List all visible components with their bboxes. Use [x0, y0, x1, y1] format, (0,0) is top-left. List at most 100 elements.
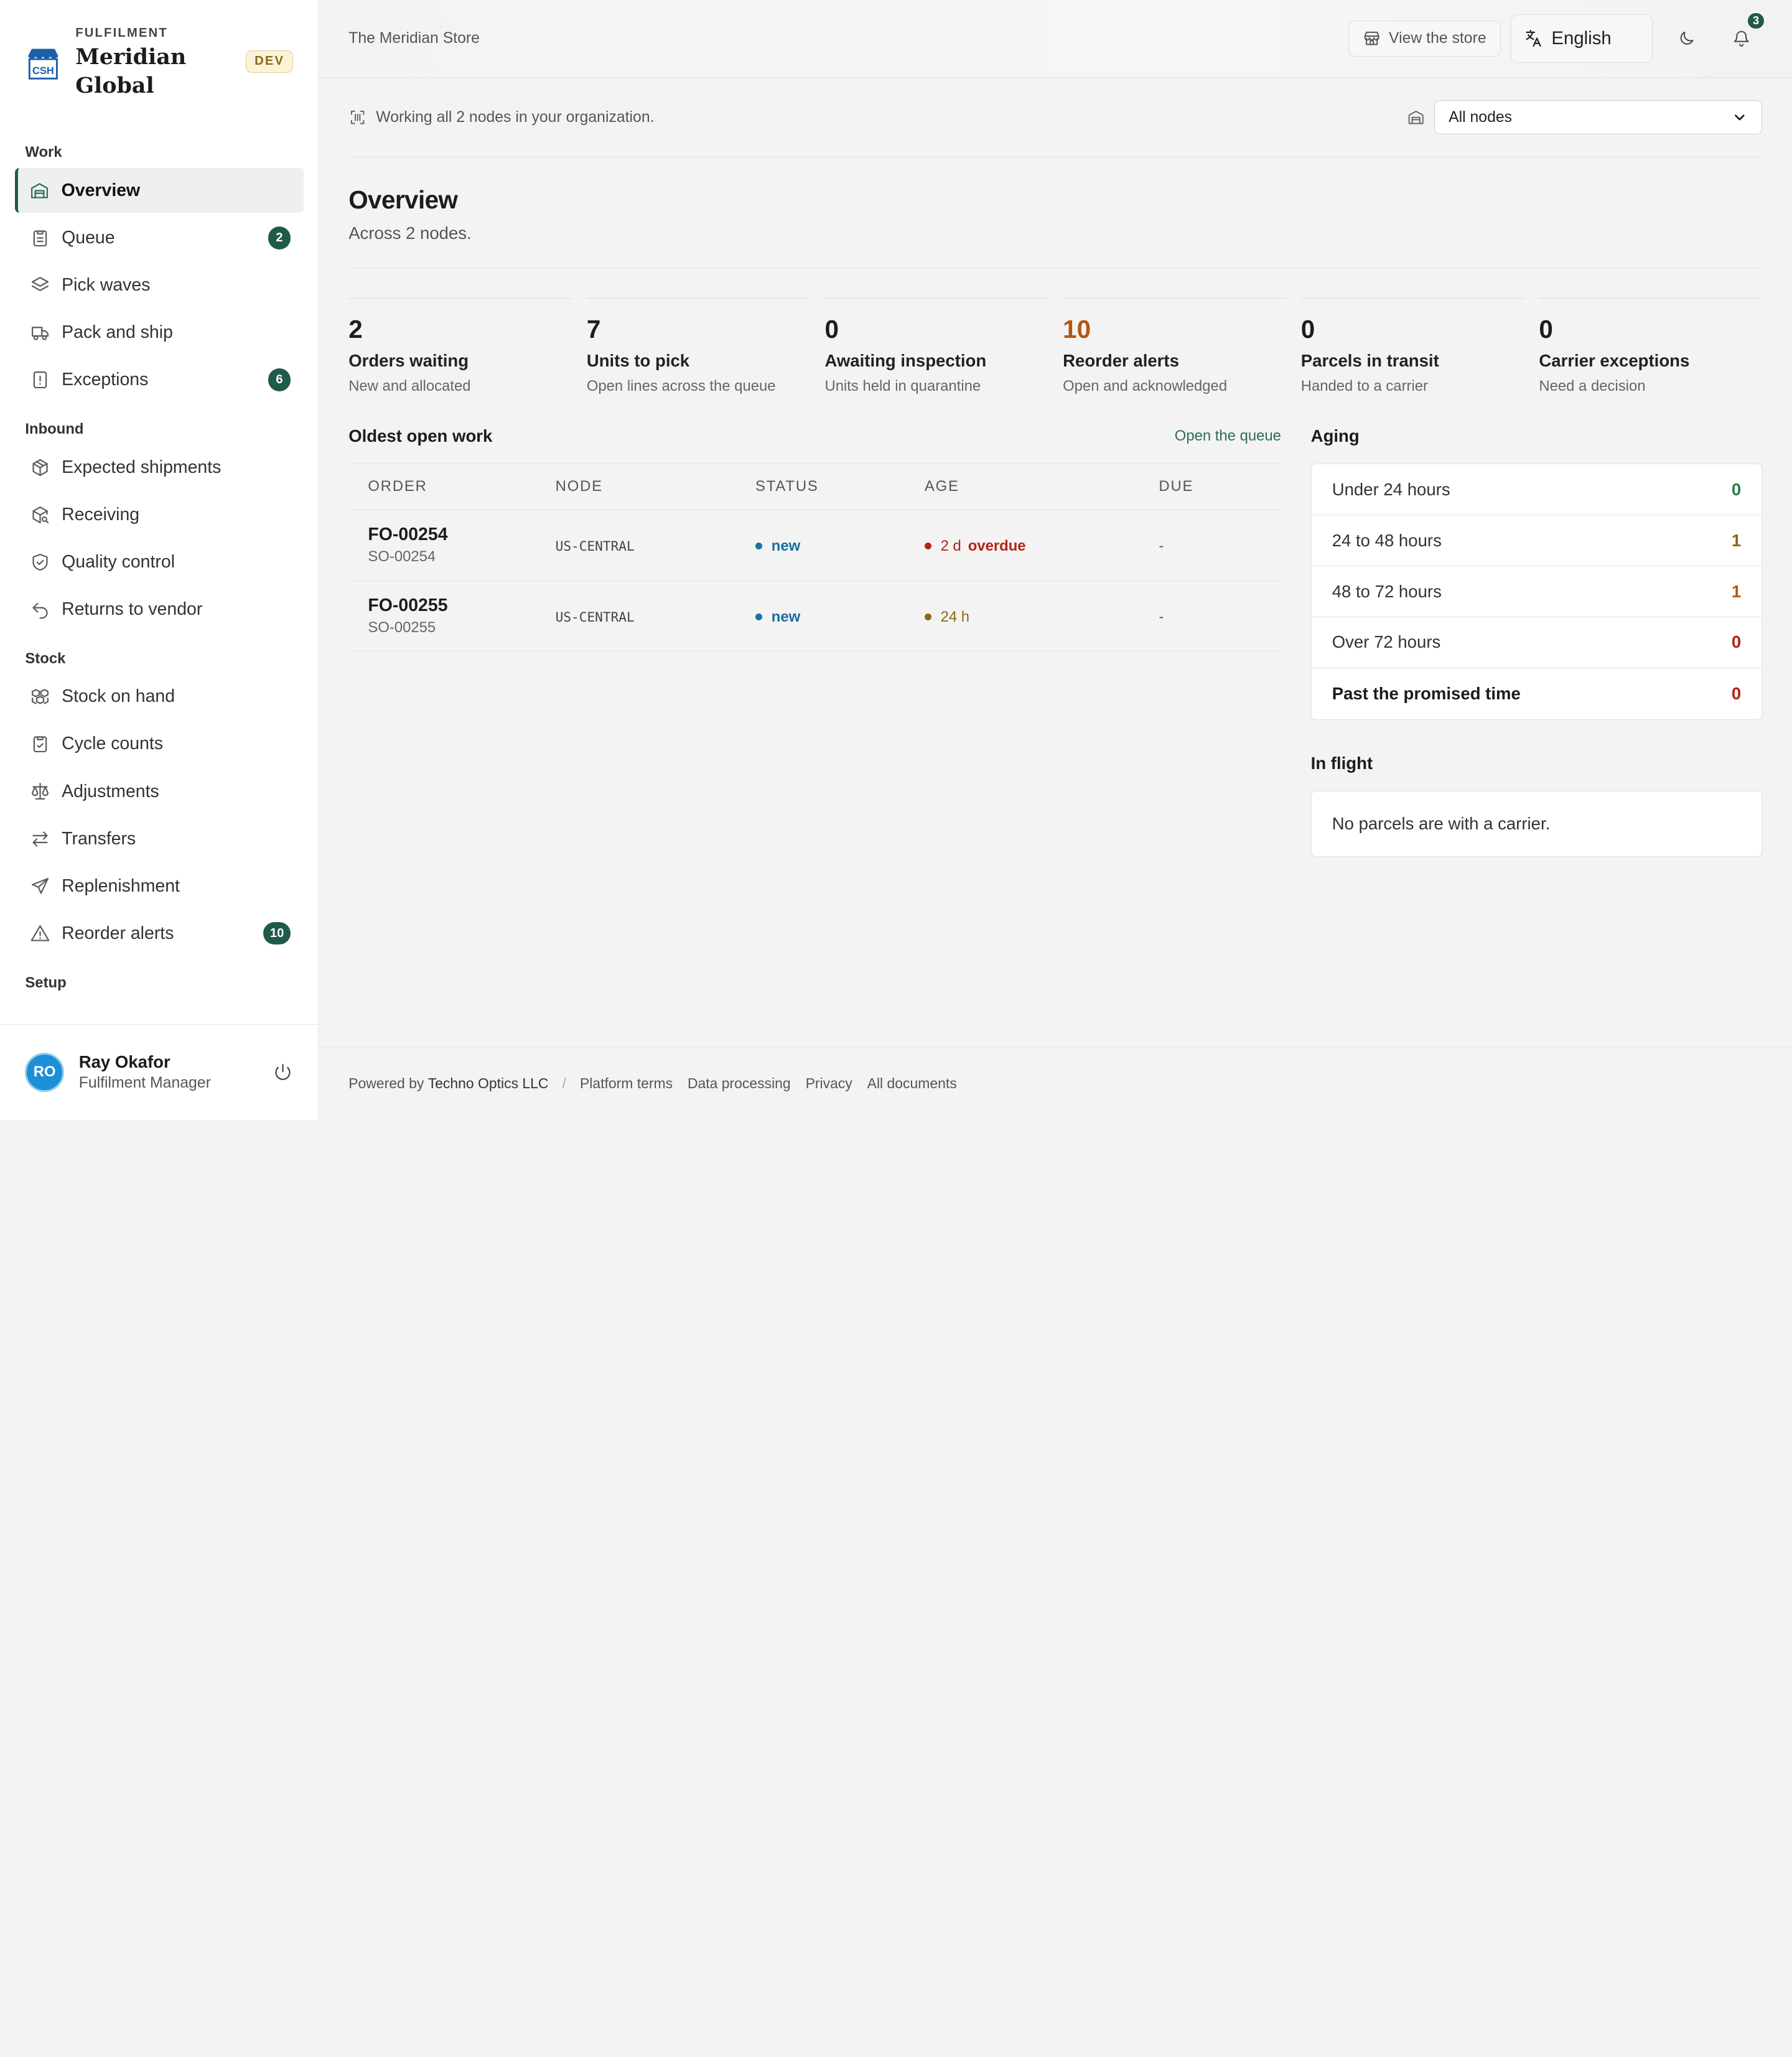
- sidebar-item-label: Adjustments: [62, 781, 159, 801]
- sidebar-item-cycle-counts[interactable]: Cycle counts: [15, 722, 304, 767]
- sidebar-item-quality-control[interactable]: Quality control: [15, 539, 304, 584]
- node-select[interactable]: All nodes: [1434, 100, 1763, 135]
- powered-by: Powered by: [348, 1075, 424, 1092]
- scan-icon: [351, 110, 365, 124]
- footer-link-all-documents[interactable]: All documents: [867, 1075, 957, 1091]
- theme-toggle-button[interactable]: [1666, 18, 1707, 59]
- kpi-label: Parcels in transit: [1300, 351, 1439, 371]
- kpi-label: Orders waiting: [348, 351, 469, 371]
- sidebar-item-queue[interactable]: Queue 2: [15, 215, 304, 260]
- aging-count: 0: [1731, 683, 1742, 703]
- aging-title: Aging: [1310, 426, 1360, 446]
- age-dot: [924, 613, 931, 620]
- kpi-value: 2: [348, 315, 363, 344]
- footer-link-data-processing[interactable]: Data processing: [688, 1075, 791, 1091]
- scale-icon: [31, 783, 49, 800]
- undo-icon: [32, 602, 48, 619]
- sidebar-item-label: Transfers: [62, 828, 136, 849]
- store-logo-icon: CSH: [28, 49, 59, 80]
- sidebar-item-stock-on-hand[interactable]: Stock on hand: [15, 674, 304, 719]
- content: Working all 2 nodes in your organization…: [319, 78, 1792, 1047]
- company-name: Techno Optics LLC: [427, 1075, 549, 1092]
- sidebar-item-label: Queue: [62, 227, 115, 248]
- aging-row: 48 to 72 hours 1: [1311, 566, 1762, 617]
- storefront-icon: [1364, 32, 1379, 45]
- in-flight-empty: No parcels are with a carrier.: [1310, 790, 1763, 857]
- main: The Meridian Store View the store Englis…: [319, 0, 1792, 1120]
- scope-text: Working all 2 nodes in your organization…: [376, 108, 655, 126]
- sales-order-id: SO-00255: [368, 619, 436, 637]
- sidebar-item-pack-and-ship[interactable]: Pack and ship: [15, 310, 304, 355]
- sidebar-item-pick-waves[interactable]: Pick waves: [15, 263, 304, 307]
- kpi-label: Awaiting inspection: [824, 351, 987, 371]
- order-id[interactable]: FO-00255: [368, 595, 555, 616]
- aging-label: Over 72 hours: [1332, 632, 1441, 652]
- sidebar-item-expected-shipments[interactable]: Expected shipments: [15, 445, 304, 490]
- sidebar-item-label: Cycle counts: [62, 734, 164, 754]
- oldest-work-title: Oldest open work: [348, 426, 493, 446]
- footer-link-platform-terms[interactable]: Platform terms: [580, 1075, 673, 1091]
- column-header-node: NODE: [555, 464, 756, 510]
- aging-count: 0: [1731, 632, 1742, 652]
- language-label: English: [1551, 27, 1612, 49]
- sidebar-nav: Work Overview Queue 2 Pick waves Pack and shi…: [0, 128, 318, 1024]
- status-badge: new: [771, 609, 801, 626]
- svg-text:CSH: CSH: [32, 65, 54, 77]
- kpi-label: Carrier exceptions: [1539, 351, 1690, 371]
- status-dot: [755, 542, 763, 549]
- sidebar-section-title: Work: [25, 144, 62, 161]
- kpi-value: 7: [586, 315, 601, 344]
- due-value: -: [1159, 538, 1164, 555]
- sidebar-item-exceptions[interactable]: Exceptions 6: [15, 358, 304, 403]
- sidebar-item-transfers[interactable]: Transfers: [15, 816, 304, 861]
- aging-row: Over 72 hours 0: [1311, 617, 1762, 668]
- aging-count: 1: [1731, 530, 1742, 550]
- package-icon: [32, 459, 48, 476]
- open-queue-link[interactable]: Open the queue: [1175, 427, 1281, 445]
- chevron-down-icon: [1735, 114, 1745, 121]
- sales-order-id: SO-00254: [368, 548, 436, 566]
- sidebar-item-overview[interactable]: Overview: [14, 168, 304, 213]
- due-value: -: [1159, 609, 1164, 626]
- sidebar-item-label: Reorder alerts: [62, 923, 174, 943]
- moon-icon: [1681, 32, 1694, 45]
- sidebar-item-reorder-alerts[interactable]: Reorder alerts 10: [15, 911, 304, 956]
- power-icon[interactable]: [273, 1062, 293, 1083]
- sidebar-item-label: Pick waves: [62, 274, 151, 295]
- warehouse-icon: [31, 183, 49, 198]
- footer-link-privacy[interactable]: Privacy: [806, 1075, 852, 1091]
- aging-row: 24 to 48 hours 1: [1311, 515, 1762, 567]
- sidebar-item-label: Receiving: [62, 504, 140, 525]
- node-select-value: All nodes: [1449, 108, 1513, 126]
- sidebar-item-returns-to-vendor[interactable]: Returns to vendor: [15, 587, 304, 632]
- column-header-status: STATUS: [755, 464, 925, 510]
- store-name: The Meridian Store: [348, 29, 480, 47]
- avatar[interactable]: RO: [25, 1053, 64, 1092]
- aging-list: Under 24 hours 0 24 to 48 hours 1 48 to 72 h…: [1310, 464, 1763, 720]
- aging-count: 1: [1731, 581, 1742, 601]
- table-row[interactable]: FO-00254 SO-00254 US-CENTRAL new 2 d overdue -: [348, 510, 1281, 581]
- view-store-button[interactable]: View the store: [1348, 20, 1501, 57]
- sidebar-item-adjustments[interactable]: Adjustments: [15, 769, 304, 814]
- kpi-label: Reorder alerts: [1063, 351, 1179, 371]
- warning-triangle-icon: [30, 925, 50, 941]
- translate-icon: [1525, 30, 1541, 47]
- sidebar-item-receiving[interactable]: Receiving: [15, 492, 304, 537]
- notifications-button[interactable]: 3: [1721, 11, 1766, 59]
- view-store-label: View the store: [1389, 29, 1486, 47]
- age-value: 2 d: [940, 538, 961, 555]
- kpi-value: 0: [1300, 315, 1315, 344]
- sidebar-item-label: Expected shipments: [62, 457, 222, 477]
- shield-check-icon: [32, 553, 48, 571]
- age-value: 24 h: [940, 609, 970, 626]
- aging-row: Under 24 hours 0: [1311, 464, 1762, 516]
- sidebar-item-replenishment[interactable]: Replenishment: [15, 864, 304, 908]
- sidebar-item-label: Returns to vendor: [62, 599, 203, 619]
- language-button[interactable]: English: [1511, 14, 1653, 63]
- status-badge: new: [771, 538, 801, 555]
- scope-bar: Working all 2 nodes in your organization…: [348, 78, 1763, 158]
- user-role: Fulfilment Manager: [78, 1075, 211, 1092]
- order-id[interactable]: FO-00254: [368, 525, 555, 545]
- aging-label: 48 to 72 hours: [1332, 581, 1442, 601]
- table-row[interactable]: FO-00255 SO-00255 US-CENTRAL new 24 h -: [348, 581, 1281, 652]
